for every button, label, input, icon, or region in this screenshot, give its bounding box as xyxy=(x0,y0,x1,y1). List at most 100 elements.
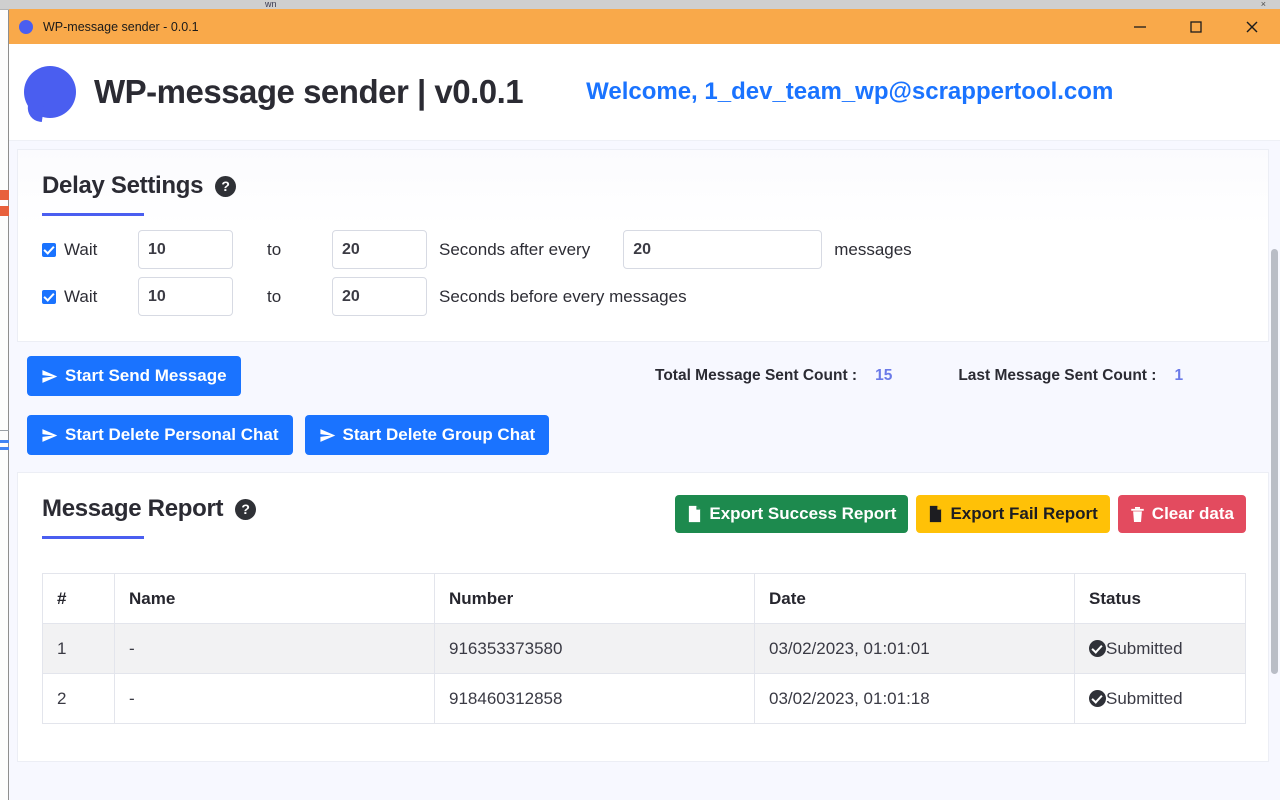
status-label: Submitted xyxy=(1106,638,1183,658)
start-delete-personal-chat-label: Start Delete Personal Chat xyxy=(65,425,279,444)
start-delete-personal-chat-button[interactable]: Start Delete Personal Chat xyxy=(27,415,293,455)
cell-date: 03/02/2023, 01:01:18 xyxy=(754,673,1075,724)
start-send-message-button[interactable]: Start Send Message xyxy=(27,356,241,396)
column-header-number: Number xyxy=(434,573,755,624)
column-header-name: Name xyxy=(114,573,435,624)
last-message-sent-value: 1 xyxy=(1174,367,1184,384)
primary-action-row: Start Send Message xyxy=(27,356,241,396)
delay-settings-underline xyxy=(42,213,144,216)
maximize-button[interactable] xyxy=(1168,9,1224,44)
background-divider xyxy=(0,430,9,431)
export-fail-report-button[interactable]: Export Fail Report xyxy=(916,495,1110,533)
message-report-table: # Name Number Date Status 1 - 9163533735… xyxy=(42,573,1246,724)
trash-icon xyxy=(1131,506,1144,522)
action-bar: Start Send Message Start Delete Personal… xyxy=(17,347,1269,472)
window-app-icon xyxy=(19,19,33,34)
status-label: Submitted xyxy=(1106,688,1183,708)
send-icon xyxy=(319,428,335,442)
cell-name: - xyxy=(114,623,435,674)
table-row[interactable]: 1 - 916353373580 03/02/2023, 01:01:01 Su… xyxy=(42,623,1246,674)
check-circle-icon xyxy=(1089,640,1106,657)
seconds-after-every-label: Seconds after every xyxy=(439,239,591,259)
table-body: 1 - 916353373580 03/02/2023, 01:01:01 Su… xyxy=(42,623,1246,724)
cell-index: 2 xyxy=(42,673,115,724)
help-icon[interactable]: ? xyxy=(215,175,237,197)
delete-action-row: Start Delete Personal Chat Start Delete … xyxy=(27,415,550,455)
last-message-sent-label: Last Message Sent Count : xyxy=(958,367,1157,384)
column-header-index: # xyxy=(42,573,115,624)
wait-after-checkbox[interactable] xyxy=(42,242,56,257)
cell-name: - xyxy=(114,673,435,724)
column-header-date: Date xyxy=(754,573,1075,624)
delay-settings-card: Delay Settings ? Wait 10 to 20 Seconds a… xyxy=(17,149,1269,342)
total-message-sent-value: 15 xyxy=(875,367,893,384)
messages-label: messages xyxy=(834,239,912,259)
window-title: WP-message sender - 0.0.1 xyxy=(43,19,199,34)
send-icon xyxy=(42,369,58,383)
table-row[interactable]: 2 - 918460312858 03/02/2023, 01:01:18 Su… xyxy=(42,673,1246,724)
file-icon xyxy=(689,505,701,523)
help-icon[interactable]: ? xyxy=(235,498,257,520)
export-buttons: Export Success Report Export Fail Report… xyxy=(675,495,1246,533)
delay-settings-header: Delay Settings ? xyxy=(42,172,1244,200)
table-header-row: # Name Number Date Status xyxy=(42,573,1246,624)
message-report-card: Message Report ? Export Success Report E… xyxy=(17,472,1269,762)
close-button[interactable] xyxy=(1224,9,1280,44)
wait-after-to-label: to xyxy=(267,239,282,259)
delay-settings-title: Delay Settings xyxy=(42,172,204,199)
window-controls xyxy=(1112,9,1280,44)
start-delete-group-chat-label: Start Delete Group Chat xyxy=(342,425,536,444)
minimize-button[interactable] xyxy=(1112,9,1168,44)
app-window: WP-message sender - 0.0.1 WP-message sen… xyxy=(9,9,1280,800)
wait-after-min-input[interactable]: 10 xyxy=(138,230,233,269)
message-counters: Total Message Sent Count : 15 Last Messa… xyxy=(655,367,1183,385)
column-header-status: Status xyxy=(1074,573,1246,624)
export-fail-report-label: Export Fail Report xyxy=(950,504,1098,523)
export-success-report-label: Export Success Report xyxy=(709,504,897,523)
messages-count-input[interactable]: 20 xyxy=(623,230,823,269)
start-delete-group-chat-button[interactable]: Start Delete Group Chat xyxy=(304,415,550,455)
background-accent-1 xyxy=(0,190,9,200)
message-report-title: Message Report xyxy=(42,495,224,522)
background-browser-tab-label: wn xyxy=(265,0,277,9)
page-scrollbar[interactable] xyxy=(1269,141,1280,800)
cell-index: 1 xyxy=(42,623,115,674)
delay-row-after: Wait 10 to 20 Seconds after every 20 mes… xyxy=(42,230,1244,269)
export-success-report-button[interactable]: Export Success Report xyxy=(675,495,909,533)
cell-number: 916353373580 xyxy=(434,623,755,674)
page-body: Delay Settings ? Wait 10 to 20 Seconds a… xyxy=(9,141,1280,800)
cell-date: 03/02/2023, 01:01:01 xyxy=(754,623,1075,674)
scrollbar-thumb[interactable] xyxy=(1271,249,1278,674)
background-accent-4 xyxy=(0,447,9,450)
cell-status: Submitted xyxy=(1074,673,1246,724)
wait-after-label: Wait xyxy=(64,239,98,259)
speech-bubble-logo-icon xyxy=(24,66,76,123)
background-accent-2 xyxy=(0,206,9,216)
clear-data-button[interactable]: Clear data xyxy=(1117,495,1246,533)
background-window-close-label: × xyxy=(1260,0,1266,9)
wait-before-checkbox[interactable] xyxy=(42,289,56,304)
welcome-message: Welcome, 1_dev_team_wp@scrappertool.com xyxy=(586,78,1114,105)
message-report-underline xyxy=(42,536,144,539)
wait-before-max-input[interactable]: 20 xyxy=(332,277,427,316)
send-icon xyxy=(42,428,58,442)
app-header: WP-message sender | v0.0.1 Welcome, 1_de… xyxy=(9,44,1280,141)
wait-before-to-label: to xyxy=(267,286,282,306)
file-icon xyxy=(930,505,942,523)
cell-number: 918460312858 xyxy=(434,673,755,724)
table-header: # Name Number Date Status xyxy=(42,573,1246,624)
cell-status: Submitted xyxy=(1074,623,1246,674)
wait-after-max-input[interactable]: 20 xyxy=(332,230,427,269)
check-circle-icon xyxy=(1089,690,1106,707)
total-message-sent-label: Total Message Sent Count : xyxy=(655,367,858,384)
start-send-message-label: Start Send Message xyxy=(65,366,227,385)
delay-row-before: Wait 10 to 20 Seconds before every messa… xyxy=(42,277,1244,316)
clear-data-label: Clear data xyxy=(1151,504,1234,523)
background-window-sliver xyxy=(0,10,9,800)
background-accent-3 xyxy=(0,440,9,443)
wait-before-label: Wait xyxy=(64,286,98,306)
wait-before-min-input[interactable]: 10 xyxy=(138,277,233,316)
window-titlebar[interactable]: WP-message sender - 0.0.1 xyxy=(9,9,1280,44)
seconds-before-every-label: Seconds before every messages xyxy=(439,286,687,306)
app-title: WP-message sender | v0.0.1 xyxy=(94,73,524,110)
